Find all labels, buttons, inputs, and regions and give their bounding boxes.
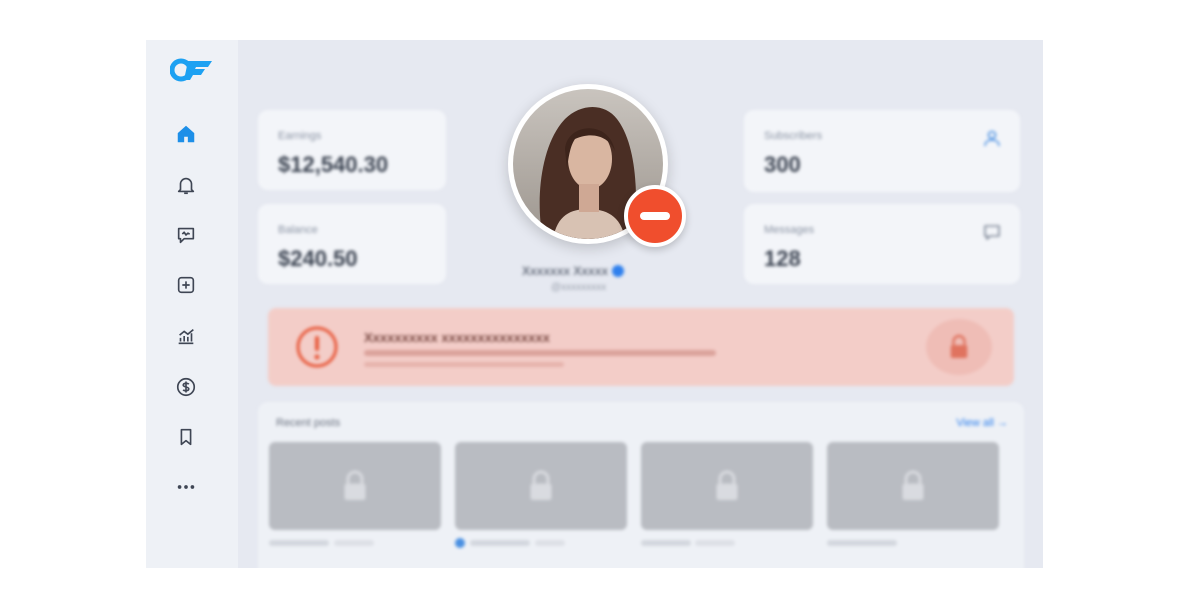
- post-meta: [470, 540, 530, 546]
- arrow-right-icon: →: [997, 417, 1008, 429]
- warning-icon: [296, 326, 338, 368]
- chat-icon: [984, 225, 1000, 240]
- post-meta: [334, 540, 374, 546]
- post-meta: [641, 540, 691, 546]
- view-all-link[interactable]: View all →: [956, 417, 1008, 429]
- message-icon[interactable]: [172, 221, 200, 249]
- brand-logo-icon[interactable]: [169, 58, 214, 82]
- recent-posts-section: Recent posts View all →: [258, 402, 1024, 568]
- subscribers-card: Subscribers 300: [744, 110, 1020, 192]
- subscribers-label: Subscribers: [764, 130, 823, 142]
- earnings-value: $12,540.30: [278, 152, 389, 177]
- lock-icon: [716, 470, 738, 500]
- post-card[interactable]: [269, 442, 441, 530]
- lock-icon: [530, 470, 552, 500]
- post-card[interactable]: [641, 442, 813, 530]
- post-meta: [535, 540, 565, 546]
- sidebar: [146, 40, 238, 568]
- home-icon[interactable]: [172, 120, 200, 148]
- bell-icon[interactable]: [172, 171, 200, 199]
- verified-icon: [612, 264, 625, 277]
- alert-lock-button[interactable]: [926, 319, 992, 375]
- post-meta: [269, 540, 329, 546]
- blocked-badge-icon: [624, 185, 686, 247]
- alert-text-line: [364, 350, 716, 356]
- balance-value: $240.50: [278, 246, 358, 271]
- more-icon[interactable]: [172, 473, 200, 501]
- messages-value: 128: [764, 246, 801, 271]
- lock-icon: [902, 470, 924, 500]
- earnings-label: Earnings: [278, 130, 322, 142]
- bookmark-icon[interactable]: [172, 423, 200, 451]
- post-meta: [827, 540, 897, 546]
- recent-posts-title: Recent posts: [276, 417, 341, 429]
- user-icon: [984, 130, 1000, 147]
- messages-card: Messages 128: [744, 204, 1020, 284]
- stats-icon[interactable]: [172, 322, 200, 350]
- profile-name: Xxxxxxx Xxxxx: [522, 264, 609, 278]
- profile-name-row: Xxxxxxx Xxxxx: [522, 262, 657, 278]
- post-avatar: [455, 538, 465, 548]
- add-post-icon[interactable]: [172, 271, 200, 299]
- lock-icon: [344, 470, 366, 500]
- earnings-card: Earnings $12,540.30: [258, 110, 446, 190]
- balance-card: Balance $240.50: [258, 204, 446, 284]
- alert-text-line-2: [364, 362, 564, 367]
- warning-banner: Xxxxxxxxxx xxxxxxxxxxxxxxx: [268, 308, 1014, 386]
- post-card[interactable]: [455, 442, 627, 530]
- alert-title: Xxxxxxxxxx xxxxxxxxxxxxxxx: [364, 330, 550, 345]
- subscribers-value: 300: [764, 152, 801, 177]
- app-frame: Earnings $12,540.30 Balance $240.50 Subs…: [146, 40, 1043, 568]
- minus-icon: [640, 212, 670, 220]
- post-card[interactable]: [827, 442, 999, 530]
- messages-label: Messages: [764, 224, 815, 236]
- balance-label: Balance: [278, 224, 318, 236]
- post-meta: [695, 540, 735, 546]
- profile-handle: @xxxxxxxxx: [551, 282, 607, 293]
- dollar-icon[interactable]: [172, 373, 200, 401]
- view-all-label: View all: [956, 417, 994, 429]
- lock-icon: [950, 334, 968, 358]
